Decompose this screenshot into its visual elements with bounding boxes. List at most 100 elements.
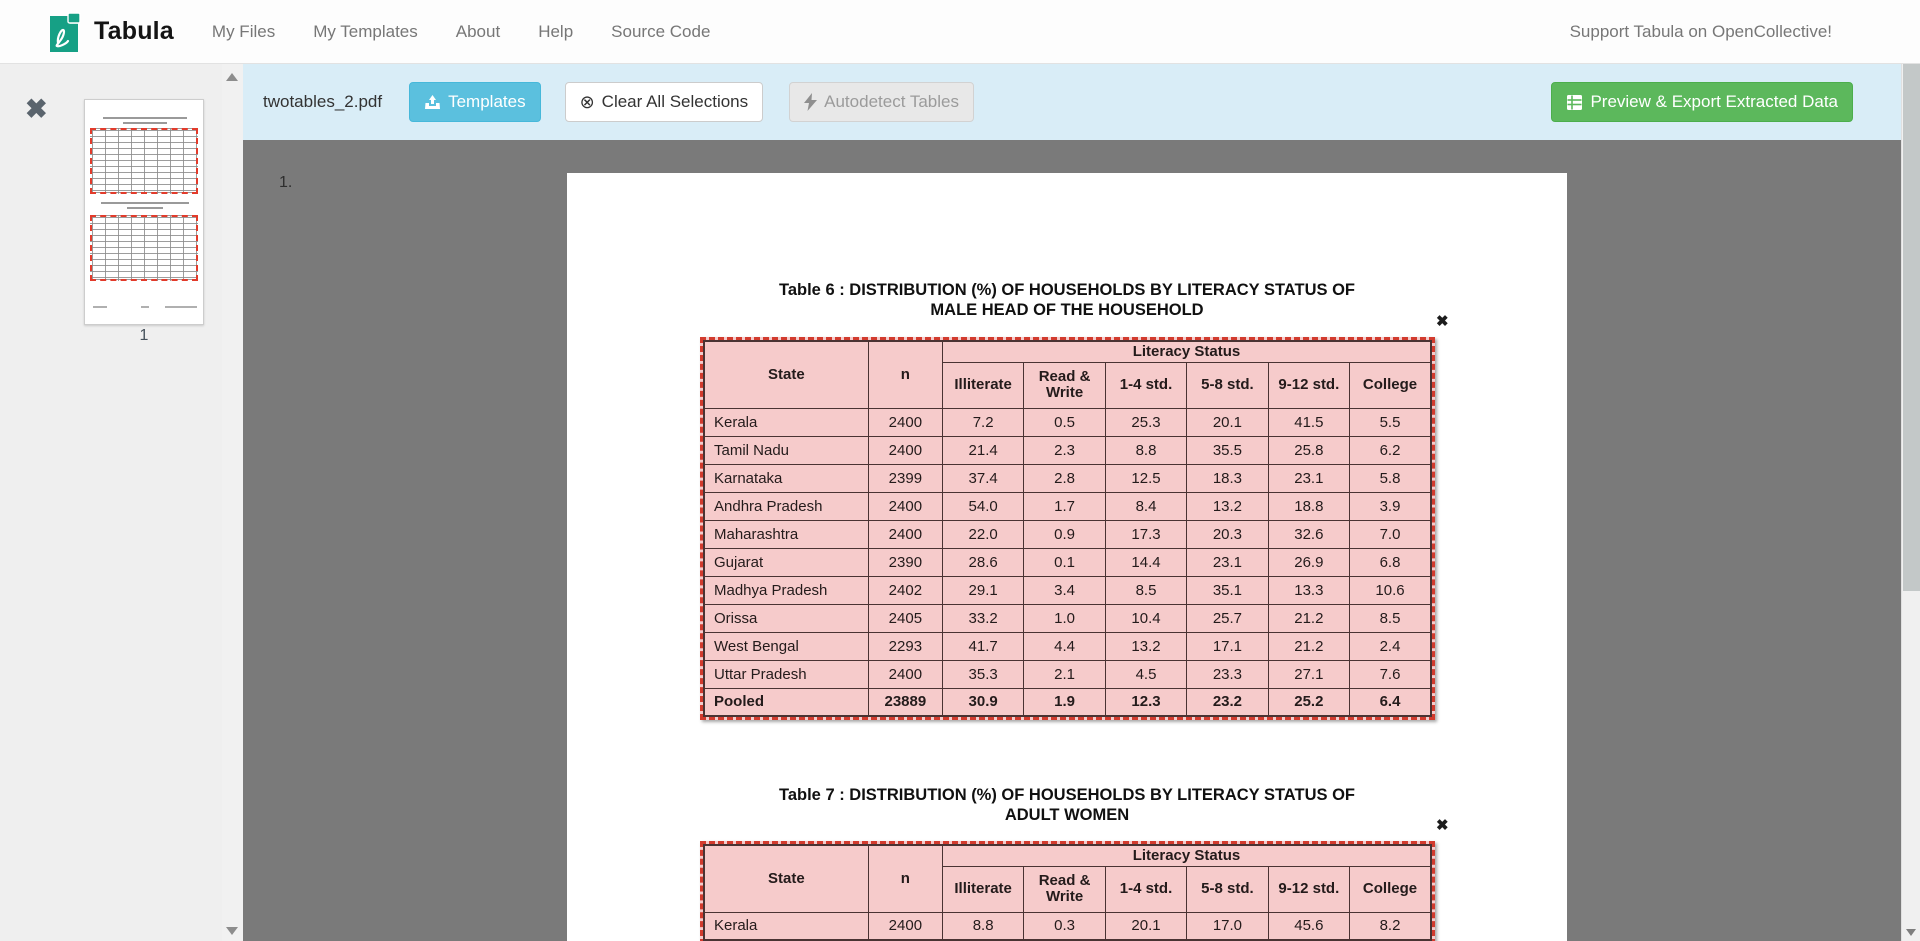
- scroll-down-icon[interactable]: [226, 927, 238, 935]
- table-cell: 13.2: [1105, 632, 1186, 660]
- table-cell: Gujarat: [704, 548, 868, 576]
- table-cell: 0.3: [1024, 912, 1105, 940]
- col-header: 5-8 std.: [1187, 866, 1268, 912]
- table-row: Kerala24007.20.525.320.141.55.5: [704, 408, 1431, 436]
- selection-close-icon[interactable]: ✖: [1436, 818, 1449, 833]
- table-cell: 22.0: [942, 520, 1023, 548]
- table-cell: 8.4: [1105, 492, 1186, 520]
- table-cell: Andhra Pradesh: [704, 492, 868, 520]
- table-cell: 35.5: [1187, 436, 1268, 464]
- table-cell: 2.3: [1024, 436, 1105, 464]
- thumbnail-footer-line: [141, 306, 149, 308]
- table-cell: 23.1: [1187, 548, 1268, 576]
- table-cell: 21.2: [1268, 632, 1349, 660]
- close-icon[interactable]: ✖: [25, 96, 48, 123]
- lightning-bolt-icon: [804, 93, 817, 111]
- table-cell: Maharashtra: [704, 520, 868, 548]
- table-cell: 54.0: [942, 492, 1023, 520]
- table-cell: 6.4: [1350, 688, 1431, 716]
- table-cell: 2400: [868, 492, 942, 520]
- table-cell: West Bengal: [704, 632, 868, 660]
- table-cell: 8.8: [942, 912, 1023, 940]
- table-cell: 2400: [868, 520, 942, 548]
- table-cell: 1.7: [1024, 492, 1105, 520]
- table-row: Uttar Pradesh240035.32.14.523.327.17.6: [704, 660, 1431, 688]
- col-header: College: [1350, 866, 1431, 912]
- table-row: Kerala24008.80.320.117.045.68.2: [704, 912, 1431, 940]
- tabula-logo-icon[interactable]: [44, 10, 84, 54]
- table-cell: 23.2: [1187, 688, 1268, 716]
- table-cell: Uttar Pradesh: [704, 660, 868, 688]
- page-thumbnail[interactable]: [84, 99, 204, 325]
- table-cell: 2293: [868, 632, 942, 660]
- col-header: Illiterate: [942, 866, 1023, 912]
- thumbnail-title-line: [101, 202, 189, 204]
- col-header: 9-12 std.: [1268, 866, 1349, 912]
- table-cell: 2400: [868, 436, 942, 464]
- table-cell: 18.3: [1187, 464, 1268, 492]
- support-opencollective-link[interactable]: Support Tabula on OpenCollective!: [1570, 22, 1832, 42]
- table-cell: Kerala: [704, 912, 868, 940]
- page-number-label: 1.: [279, 174, 292, 192]
- pdf-page[interactable]: Table 6 : DISTRIBUTION (%) OF HOUSEHOLDS…: [567, 173, 1567, 941]
- col-header: 1-4 std.: [1105, 866, 1186, 912]
- col-header: n: [868, 341, 942, 408]
- table-row: Tamil Nadu240021.42.38.835.525.86.2: [704, 436, 1431, 464]
- table-cell: Kerala: [704, 408, 868, 436]
- table-cell: 25.2: [1268, 688, 1349, 716]
- selection-close-icon[interactable]: ✖: [1436, 314, 1449, 329]
- templates-button[interactable]: Templates: [409, 82, 540, 122]
- scroll-down-icon[interactable]: [1906, 929, 1916, 936]
- col-header: 5-8 std.: [1187, 362, 1268, 408]
- table-cell: 8.2: [1350, 912, 1431, 940]
- vertical-scrollbar[interactable]: [1901, 64, 1920, 941]
- table-cell: 1.0: [1024, 604, 1105, 632]
- table-cell: 21.4: [942, 436, 1023, 464]
- pdf-table: StatenLiteracy StatusIlliterateRead & Wr…: [703, 340, 1432, 717]
- table-cell: 10.6: [1350, 576, 1431, 604]
- nav-item-my-files[interactable]: My Files: [212, 22, 275, 42]
- nav-links: My Files My Templates About Help Source …: [212, 22, 710, 42]
- col-header: State: [704, 845, 868, 912]
- nav-item-help[interactable]: Help: [538, 22, 573, 42]
- pdf-table: StatenLiteracy StatusIlliterateRead & Wr…: [703, 844, 1432, 941]
- table-cell: 13.2: [1187, 492, 1268, 520]
- table-cell: 45.6: [1268, 912, 1349, 940]
- table-cell: 8.5: [1350, 604, 1431, 632]
- clear-all-selections-button[interactable]: ⊗ Clear All Selections: [565, 82, 764, 122]
- table-cell: Pooled: [704, 688, 868, 716]
- table-cell: 25.8: [1268, 436, 1349, 464]
- table-cell: 18.8: [1268, 492, 1349, 520]
- thumbnail-footer-line: [165, 306, 197, 308]
- table-cell: 7.0: [1350, 520, 1431, 548]
- preview-export-button[interactable]: Preview & Export Extracted Data: [1551, 82, 1853, 122]
- table-cell: 12.3: [1105, 688, 1186, 716]
- table-cell: Madhya Pradesh: [704, 576, 868, 604]
- nav-item-source-code[interactable]: Source Code: [611, 22, 710, 42]
- table-cell: 5.5: [1350, 408, 1431, 436]
- table-cell: 2399: [868, 464, 942, 492]
- document-filename: twotables_2.pdf: [263, 92, 382, 112]
- col-header: Read & Write: [1024, 866, 1105, 912]
- table-cell: 7.6: [1350, 660, 1431, 688]
- table-selection-box-6[interactable]: StatenLiteracy StatusIlliterateRead & Wr…: [700, 337, 1435, 720]
- scroll-up-icon[interactable]: [226, 73, 238, 81]
- sidebar-scrollbar[interactable]: [222, 64, 243, 941]
- table-cell: 12.5: [1105, 464, 1186, 492]
- nav-item-my-templates[interactable]: My Templates: [313, 22, 418, 42]
- table-selection-box-7[interactable]: StatenLiteracy StatusIlliterateRead & Wr…: [700, 841, 1435, 941]
- table-cell: 23.1: [1268, 464, 1349, 492]
- table-cell: 2.1: [1024, 660, 1105, 688]
- autodetect-tables-button[interactable]: Autodetect Tables: [789, 82, 974, 122]
- nav-item-about[interactable]: About: [456, 22, 500, 42]
- table-cell: 8.8: [1105, 436, 1186, 464]
- col-header: n: [868, 845, 942, 912]
- table-cell: 17.1: [1187, 632, 1268, 660]
- table-row: Andhra Pradesh240054.01.78.413.218.83.9: [704, 492, 1431, 520]
- table-cell: 13.3: [1268, 576, 1349, 604]
- table-cell: 21.2: [1268, 604, 1349, 632]
- table-cell: 0.9: [1024, 520, 1105, 548]
- table-cell: 41.5: [1268, 408, 1349, 436]
- table-cell: 6.2: [1350, 436, 1431, 464]
- scrollbar-thumb[interactable]: [1903, 64, 1920, 591]
